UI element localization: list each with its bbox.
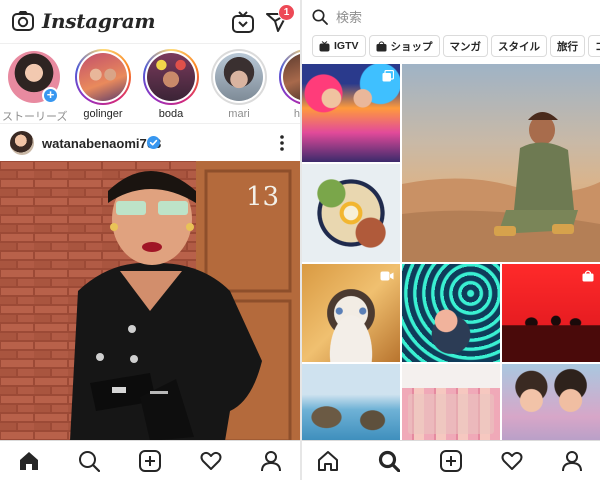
search-icon <box>312 9 328 25</box>
story-avatar <box>143 49 199 105</box>
top-bar: Instagram 1 <box>0 0 300 44</box>
home-icon[interactable] <box>317 450 339 472</box>
chip-label: マンガ <box>449 40 482 53</box>
explore-tile[interactable] <box>302 264 400 362</box>
desert-photo <box>402 112 600 262</box>
search-input[interactable] <box>336 7 586 27</box>
avatar[interactable] <box>10 131 34 155</box>
explore-tile[interactable] <box>302 164 400 262</box>
home-feed-screen: Instagram 1 + ストーリーズ golinger boda mari … <box>0 0 300 480</box>
explore-tile[interactable] <box>502 264 600 362</box>
makeup-palette-photo <box>402 364 500 434</box>
svg-text:13: 13 <box>246 182 279 212</box>
chip-style[interactable]: スタイル <box>491 35 548 57</box>
add-story-icon[interactable]: + <box>42 87 59 104</box>
chip-shop[interactable]: ショップ <box>368 35 440 57</box>
story-label: mari <box>228 108 250 120</box>
stories-tray: + ストーリーズ golinger boda mari hazel <box>0 44 300 124</box>
story-avatar <box>75 49 131 105</box>
category-chips: IGTV ショップ マンガ スタイル 旅行 コ <box>312 35 600 57</box>
explore-tile[interactable] <box>302 364 400 440</box>
story-golinger[interactable]: golinger <box>71 49 135 120</box>
explore-screen: IGTV ショップ マンガ スタイル 旅行 コ <box>302 0 600 480</box>
profile-icon[interactable] <box>561 450 583 472</box>
instagram-logo: Instagram <box>42 9 156 33</box>
story-label: ストーリーズ <box>2 111 68 123</box>
verified-badge-icon <box>147 136 160 149</box>
explore-tile[interactable] <box>402 364 500 440</box>
igtv-icon[interactable] <box>232 11 254 33</box>
search-icon[interactable] <box>78 450 100 472</box>
post-header: watanabenaomi703 <box>0 125 300 161</box>
video-icon <box>380 271 394 281</box>
story-label: boda <box>158 108 184 120</box>
home-icon[interactable] <box>18 450 40 472</box>
story-label: hazel <box>293 108 300 120</box>
chip-label: ショップ <box>390 40 433 53</box>
chip-igtv[interactable]: IGTV <box>312 35 366 57</box>
new-post-icon[interactable] <box>440 450 462 472</box>
story-label: golinger <box>83 108 123 120</box>
profile-icon[interactable] <box>260 450 282 472</box>
multiple-photos-icon <box>382 70 394 82</box>
story-avatar <box>279 49 300 105</box>
explore-tile[interactable] <box>302 64 400 162</box>
chip-label: スタイル <box>498 40 541 53</box>
chip-more[interactable]: コ <box>588 35 600 57</box>
more-options-icon[interactable] <box>276 133 288 153</box>
story-avatar <box>211 49 267 105</box>
story-boda[interactable]: boda <box>139 49 203 120</box>
search-icon[interactable] <box>378 450 400 472</box>
activity-icon[interactable] <box>200 450 222 472</box>
bottom-nav <box>0 440 300 480</box>
post-image[interactable]: 13 <box>0 161 300 441</box>
explore-tile[interactable] <box>402 264 500 362</box>
explore-grid <box>302 64 600 440</box>
story-hazel[interactable]: hazel <box>275 49 300 120</box>
story-own[interactable]: + ストーリーズ <box>2 49 68 124</box>
chip-label: IGTV <box>334 40 359 52</box>
search-bar <box>302 0 600 34</box>
explore-tile[interactable] <box>502 364 600 440</box>
chip-label: 旅行 <box>557 40 579 53</box>
notification-badge: 1 <box>278 4 295 21</box>
camera-icon[interactable] <box>12 11 34 31</box>
chip-travel[interactable]: 旅行 <box>550 35 586 57</box>
post-username[interactable]: watanabenaomi703 <box>42 136 161 151</box>
activity-icon[interactable] <box>501 450 523 472</box>
new-post-icon[interactable] <box>139 450 161 472</box>
chip-label: コ <box>595 39 600 54</box>
chip-manga[interactable]: マンガ <box>442 35 489 57</box>
bottom-nav <box>302 440 600 480</box>
story-mari[interactable]: mari <box>207 49 271 120</box>
shopping-bag-icon <box>376 40 387 51</box>
post-photo: 13 <box>0 161 300 441</box>
explore-tile[interactable] <box>402 64 600 262</box>
igtv-icon <box>319 40 330 51</box>
shopping-bag-icon <box>582 270 594 282</box>
